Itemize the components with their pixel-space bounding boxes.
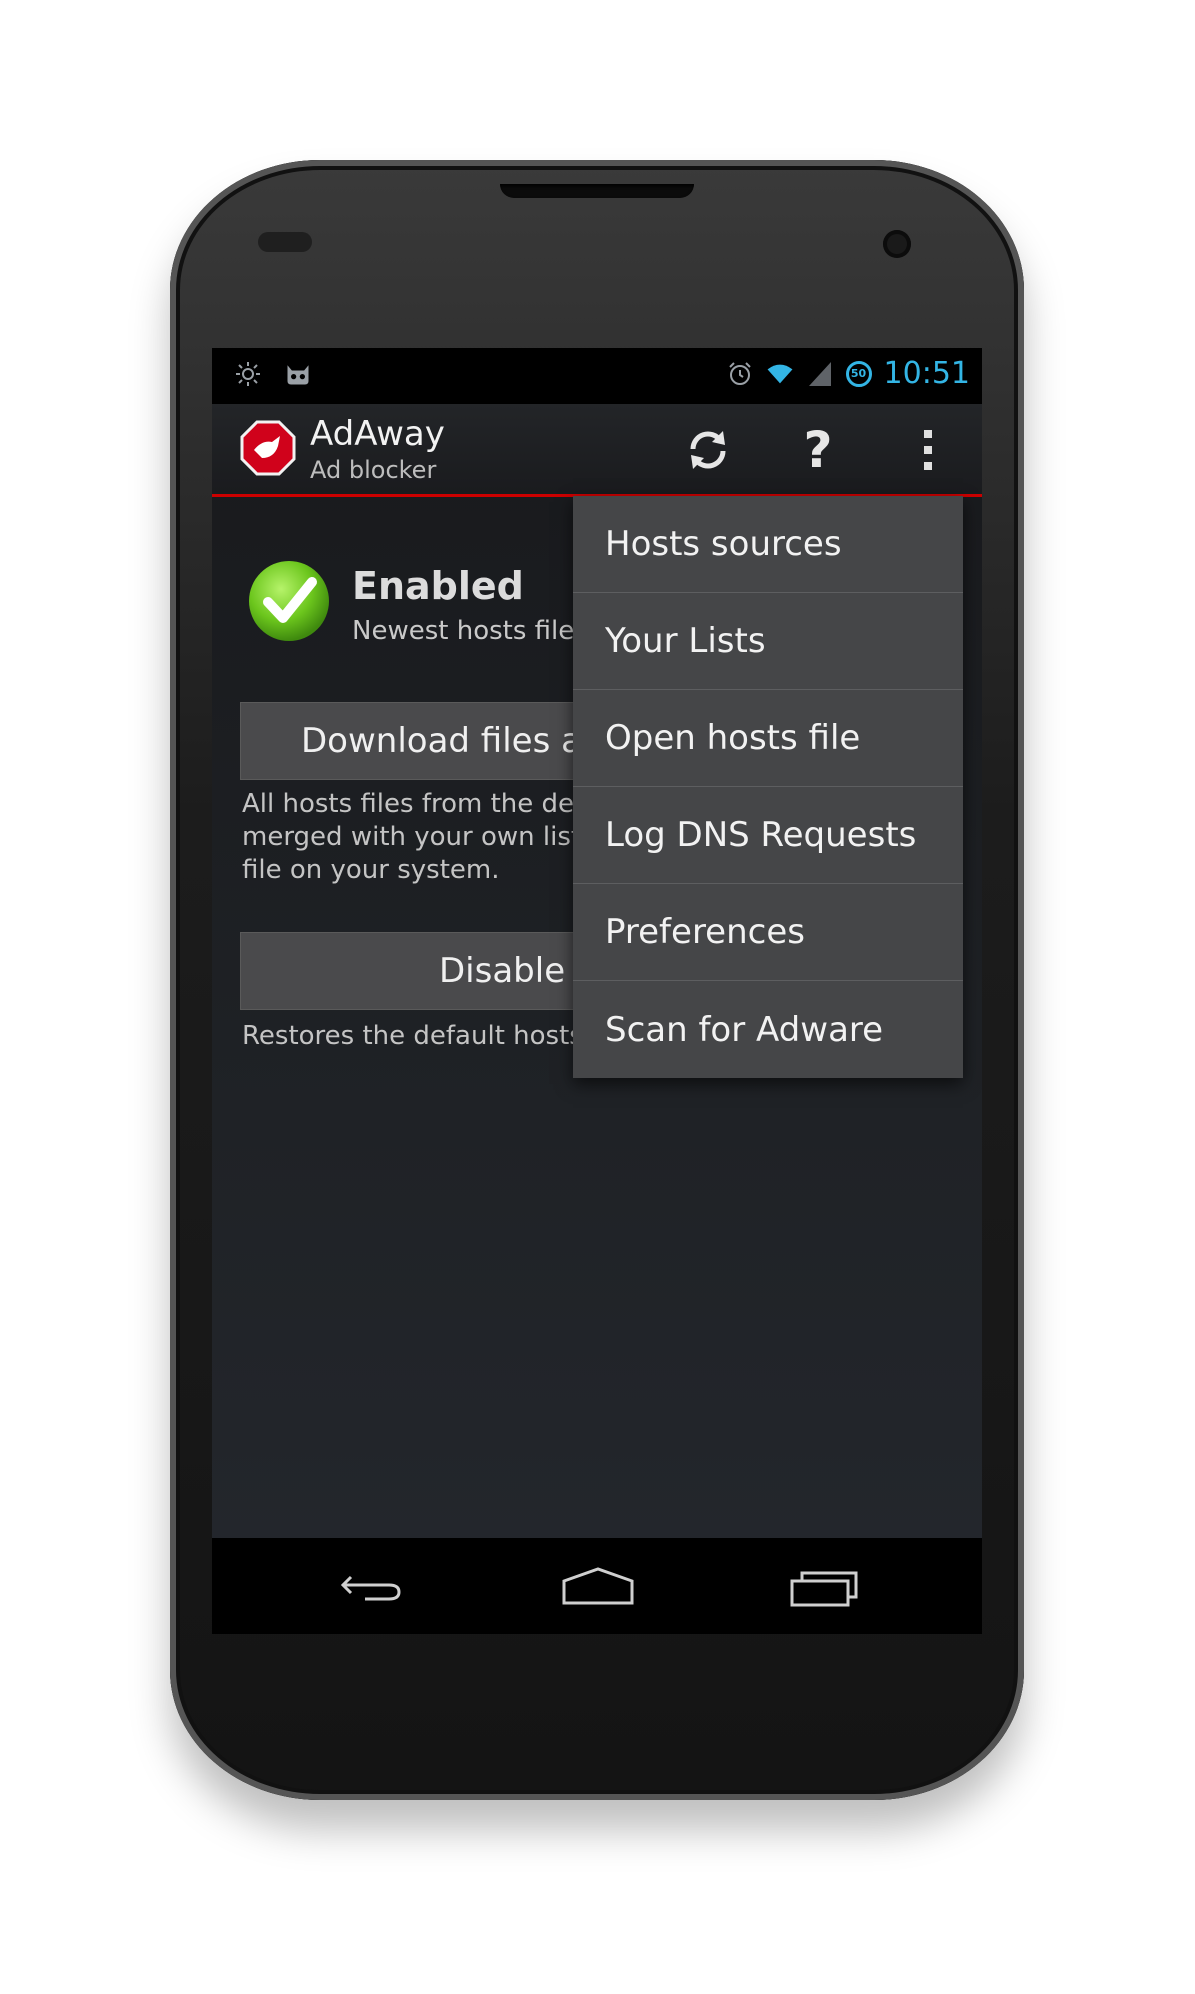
- brightness-icon: [234, 360, 262, 388]
- overflow-dot: [924, 462, 932, 470]
- proximity-sensor: [258, 232, 312, 252]
- menu-item-your-lists[interactable]: Your Lists: [573, 593, 963, 690]
- front-camera: [883, 230, 911, 258]
- battery-level: 50: [850, 367, 867, 380]
- recent-apps-icon: [790, 1571, 858, 1607]
- refresh-icon: [690, 431, 726, 469]
- menu-item-preferences[interactable]: Preferences: [573, 884, 963, 981]
- signal-icon: [806, 360, 834, 388]
- menu-item-open-hosts-file[interactable]: Open hosts file: [573, 690, 963, 787]
- adaway-logo-icon[interactable]: [240, 420, 296, 476]
- cyanogenmod-icon: [284, 360, 312, 388]
- battery-icon: 50: [845, 360, 872, 387]
- earpiece-speaker: [500, 184, 694, 198]
- screen: 50 10:51 AdAway Ad blocker ? Enabled New…: [212, 348, 982, 1634]
- alarm-icon: [726, 360, 754, 388]
- wifi-icon: [766, 360, 794, 388]
- back-button[interactable]: [332, 1562, 412, 1612]
- app-title: AdAway: [310, 414, 445, 454]
- app-subtitle: Ad blocker: [310, 456, 437, 484]
- home-icon: [562, 1567, 634, 1605]
- status-subtitle: Newest hosts files: [352, 616, 588, 646]
- home-button[interactable]: [558, 1562, 638, 1612]
- navigation-bar: [212, 1538, 982, 1634]
- status-bar: 50 10:51: [212, 348, 982, 404]
- clock: 10:51: [883, 356, 970, 391]
- menu-item-scan-for-adware[interactable]: Scan for Adware: [573, 981, 963, 1078]
- status-title: Enabled: [352, 564, 524, 608]
- overflow-dot: [924, 446, 932, 454]
- overflow-menu-button[interactable]: [898, 420, 958, 480]
- refresh-button[interactable]: [678, 420, 738, 480]
- overflow-dot: [924, 430, 932, 438]
- recent-apps-button[interactable]: [784, 1562, 864, 1612]
- menu-item-hosts-sources[interactable]: Hosts sources: [573, 496, 963, 593]
- menu-item-log-dns-requests[interactable]: Log DNS Requests: [573, 787, 963, 884]
- overflow-menu: Hosts sources Your Lists Open hosts file…: [573, 496, 963, 1078]
- help-icon: ?: [803, 421, 833, 479]
- check-icon: [246, 558, 332, 644]
- help-button[interactable]: ?: [788, 420, 848, 480]
- action-bar: AdAway Ad blocker ?: [212, 404, 982, 497]
- back-icon: [340, 1575, 401, 1601]
